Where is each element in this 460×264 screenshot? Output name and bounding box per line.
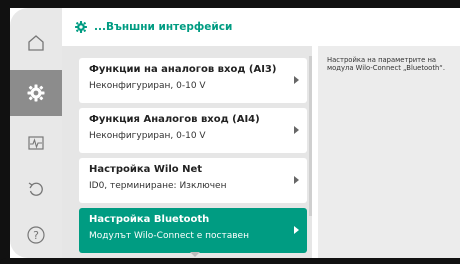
info-text: Настройка на параметрите на модула Wilo-… [327, 56, 445, 73]
diagnostics-icon [28, 136, 44, 150]
svg-text:?: ? [33, 229, 39, 242]
list-item-wilo-net[interactable]: Настройка Wilo Net ID0, терминиране: Изк… [79, 158, 307, 203]
list-item-subtitle: Неконфигуриран, 0-10 V [89, 81, 206, 91]
list-item-subtitle: Модулът Wilo-Connect е поставен [89, 231, 249, 241]
page-title: ...Външни интерфейси [94, 21, 233, 33]
gear-icon [75, 21, 87, 33]
list-item-title: Функции на аналогов вход (AI3) [89, 64, 277, 75]
device-screen: ? ...Външни интерфейси Функции на аналог… [0, 0, 460, 264]
list-item-subtitle: Неконфигуриран, 0-10 V [89, 131, 206, 141]
home-icon [28, 35, 44, 51]
list-item-ai4[interactable]: Функция Аналогов вход (AI4) Неконфигурир… [79, 108, 307, 153]
info-panel: Настройка на параметрите на модула Wilo-… [318, 46, 460, 258]
chevron-right-icon [294, 76, 299, 84]
list-item-title: Настройка Bluetooth [89, 214, 210, 225]
header-bar: ...Външни интерфейси [62, 8, 460, 46]
sidebar-item-help[interactable]: ? [10, 212, 62, 258]
sidebar-item-settings[interactable] [10, 70, 62, 116]
device-bezel-left [0, 0, 10, 264]
sidebar: ? [10, 8, 62, 258]
sidebar-item-home[interactable] [10, 20, 62, 66]
sidebar-item-diagnostics[interactable] [10, 120, 62, 166]
scroll-down-indicator [190, 252, 200, 257]
chevron-right-icon [294, 126, 299, 134]
list-item-title: Функция Аналогов вход (AI4) [89, 114, 260, 125]
chevron-right-icon [294, 176, 299, 184]
device-bezel-top [0, 0, 460, 8]
device-bezel-bottom [0, 258, 460, 264]
restore-icon [28, 182, 43, 196]
list-item-title: Настройка Wilo Net [89, 164, 203, 175]
list-item-bluetooth[interactable]: Настройка Bluetooth Модулът Wilo-Connect… [79, 208, 307, 253]
chevron-right-icon [294, 226, 299, 234]
gear-icon [27, 84, 45, 102]
menu-list: Функции на аналогов вход (AI3) Неконфигу… [62, 46, 312, 258]
sidebar-item-restore[interactable] [10, 166, 62, 212]
help-icon: ? [27, 226, 45, 244]
list-item-ai3[interactable]: Функции на аналогов вход (AI3) Неконфигу… [79, 58, 307, 103]
scrollbar[interactable] [309, 56, 312, 216]
list-item-subtitle: ID0, терминиране: Изключен [89, 181, 227, 191]
